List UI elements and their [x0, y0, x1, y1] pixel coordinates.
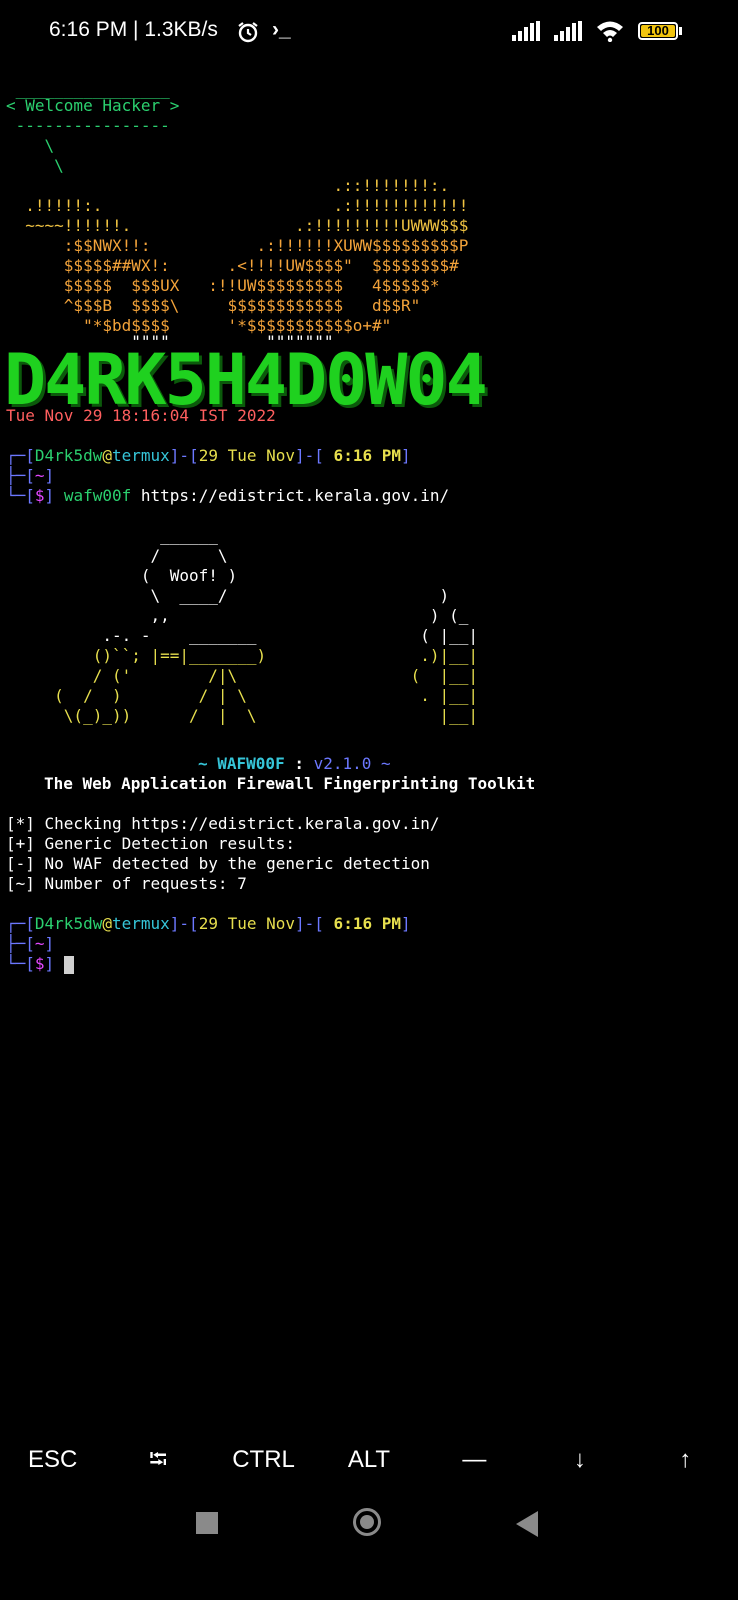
- prompt-dir-line: ├─[~]: [6, 934, 55, 953]
- ascii-art-line: :$$NWX!!: .:!!!!!!XUWW$$$$$$$$$P: [6, 236, 469, 255]
- command-line: └─[$] wafw00f https://edistrict.kerala.g…: [6, 486, 450, 505]
- prompt-user: D4rk5dw: [34, 914, 103, 933]
- battery-icon: 100: [638, 22, 682, 40]
- prompt-dir: ~: [34, 466, 45, 485]
- signal-1-icon: [512, 21, 540, 41]
- terminal-prompt-icon: ›_: [272, 18, 291, 41]
- wifi-icon: [597, 21, 623, 42]
- ctrl-key[interactable]: CTRL: [211, 1430, 316, 1490]
- alarm-clock-icon: [238, 22, 258, 43]
- wafw00f-name: ~ WAFW00F: [198, 754, 285, 773]
- prompt-date: 29 Tue Nov: [198, 446, 296, 465]
- cowsay-bottom: ----------------: [6, 116, 170, 135]
- signal-2-icon: [554, 21, 582, 41]
- prompt-host: termux: [111, 446, 170, 465]
- prompt-at: @: [102, 446, 112, 465]
- cowsay-bubble: < Welcome Hacker >: [6, 96, 180, 115]
- result-line: [*] Checking https://edistrict.kerala.go…: [6, 814, 440, 833]
- result-line: [-] No WAF detected by the generic detec…: [6, 854, 430, 873]
- wafw00f-art-line: ( / ) / | \ . |__|: [6, 686, 479, 705]
- alt-key[interactable]: ALT: [316, 1430, 421, 1490]
- wafw00f-tagline: The Web Application Firewall Fingerprint…: [44, 774, 536, 793]
- wafw00f-art-line: ( Woof! ): [6, 566, 238, 585]
- ascii-art-line: .!!!!!:. .:!!!!!!!!!!!!: [6, 196, 469, 215]
- ascii-art-line: $$$$$ $$$UX :!!UW$$$$$$$$$ 4$$$$$*: [6, 276, 440, 295]
- status-time: 6:16 PM | 1.3KB/s: [49, 18, 218, 41]
- prompt-time: 6:16 PM: [323, 446, 401, 465]
- wafw00f-art-line: ,, ) (_: [6, 606, 469, 625]
- extra-keys-row: ESC ⭾ CTRL ALT — ↓ ↑: [0, 1430, 738, 1490]
- ascii-art-line: ^$$$B $$$$\ $$$$$$$$$$$$ d$$R": [6, 296, 421, 315]
- wafw00f-art-line: / (' /|\ ( |__|: [6, 666, 479, 685]
- esc-key[interactable]: ESC: [0, 1430, 105, 1490]
- prompt-date: 29 Tue Nov: [198, 914, 296, 933]
- prompt-dir-line: ├─[~]: [6, 466, 55, 485]
- ascii-art-line: .::!!!!!!!:.: [6, 176, 450, 195]
- prompt-host: termux: [111, 914, 170, 933]
- cowsay-tail-2: \: [6, 156, 64, 175]
- wafw00f-art-line: ______: [6, 526, 218, 545]
- wafw00f-art-line: / \: [6, 546, 228, 565]
- prompt-line-2: ┌─[D4rk5dw@termux]-[29 Tue Nov]-[ 6:16 P…: [6, 914, 411, 933]
- battery-level: 100: [647, 23, 669, 38]
- status-icons: 100: [512, 20, 682, 42]
- ascii-art-line: ~~~~!!!!!!. .:!!!!!!!!!UWWW$$$: [6, 216, 469, 235]
- prompt-symbol: $: [34, 486, 45, 505]
- prompt-dir: ~: [34, 934, 45, 953]
- tab-key[interactable]: ⭾: [105, 1430, 210, 1490]
- result-line: [+] Generic Detection results:: [6, 834, 295, 853]
- back-icon[interactable]: [516, 1511, 538, 1537]
- command-argument: https://edistrict.kerala.gov.in/: [131, 486, 450, 505]
- down-arrow-key[interactable]: ↓: [527, 1430, 632, 1490]
- dash-key[interactable]: —: [422, 1430, 527, 1490]
- wafw00f-version-sep: :: [284, 754, 314, 773]
- up-arrow-key[interactable]: ↑: [633, 1430, 738, 1490]
- terminal-input-line[interactable]: └─[$]: [6, 954, 74, 974]
- prompt-user: D4rk5dw: [34, 446, 103, 465]
- home-icon[interactable]: [353, 1508, 381, 1536]
- wafw00f-version-line: ~ WAFW00F : v2.1.0 ~: [198, 754, 391, 774]
- wafw00f-art-line: ()``; |==|_______) .)|__|: [6, 646, 479, 665]
- recents-icon[interactable]: [196, 1512, 218, 1534]
- ascii-art-line: $$$$$##WX!: .<!!!!UW$$$$" $$$$$$$$#: [6, 256, 459, 275]
- wafw00f-art-line: \ ____/ ): [6, 586, 450, 605]
- command-name: wafw00f: [63, 486, 132, 505]
- wafw00f-art-line: \(_)_)) / | \ |__|: [6, 706, 479, 725]
- prompt-time: 6:16 PM: [323, 914, 401, 933]
- banner-date: Tue Nov 29 18:16:04 IST 2022: [6, 406, 276, 425]
- wafw00f-version: v2.1.0 ~: [313, 754, 391, 773]
- prompt-at: @: [102, 914, 112, 933]
- cowsay-tail-1: \: [6, 136, 55, 155]
- terminal-cursor[interactable]: [63, 955, 74, 974]
- prompt-line-1: ┌─[D4rk5dw@termux]-[29 Tue Nov]-[ 6:16 P…: [6, 446, 411, 465]
- result-line: [~] Number of requests: 7: [6, 874, 247, 893]
- status-bar: 6:16 PM | 1.3KB/s ›_ 100: [0, 0, 738, 68]
- wafw00f-art-line: .-. - _______ ( |__|: [6, 626, 479, 645]
- prompt-symbol: $: [34, 954, 45, 973]
